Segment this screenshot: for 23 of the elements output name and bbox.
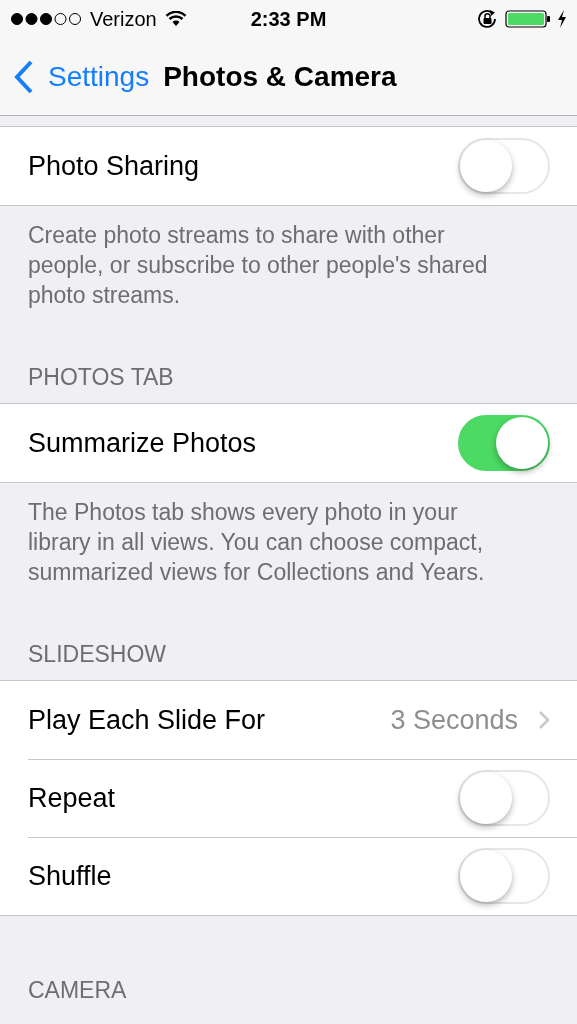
- carrier-name: Verizon: [90, 7, 157, 31]
- section-header: CAMERA: [28, 977, 127, 1003]
- row-label: Photo Sharing: [28, 150, 201, 182]
- row-label: Repeat: [28, 782, 117, 814]
- row-label: Play Each Slide For: [28, 704, 267, 736]
- rotation-lock-icon: [477, 9, 499, 29]
- chevron-right-icon: [538, 710, 550, 730]
- section-footer: Create photo streams to share with other people, or subscribe to other people's shared photo streams.: [28, 222, 488, 308]
- row-value: 3 Seconds: [390, 704, 518, 736]
- row-label: Summarize Photos: [28, 427, 258, 459]
- battery-icon: [505, 9, 551, 29]
- section-footer: The Photos tab shows every photo in your library in all views. You can choose compact, summarized views for Collections and Years.: [28, 499, 485, 585]
- chevron-left-icon: [14, 59, 34, 94]
- back-button[interactable]: Settings: [14, 59, 150, 94]
- toggle-switch[interactable]: [458, 415, 550, 471]
- section-header: PHOTOS TAB: [28, 364, 174, 390]
- page-title: Photos & Camera: [163, 60, 397, 93]
- signal-icon: [10, 12, 82, 26]
- row-label: Shuffle: [28, 860, 113, 892]
- wifi-icon: [164, 11, 187, 27]
- status-time: 2:33 PM: [250, 7, 327, 31]
- section-header: SLIDESHOW: [28, 641, 167, 667]
- charging-icon: [557, 10, 567, 28]
